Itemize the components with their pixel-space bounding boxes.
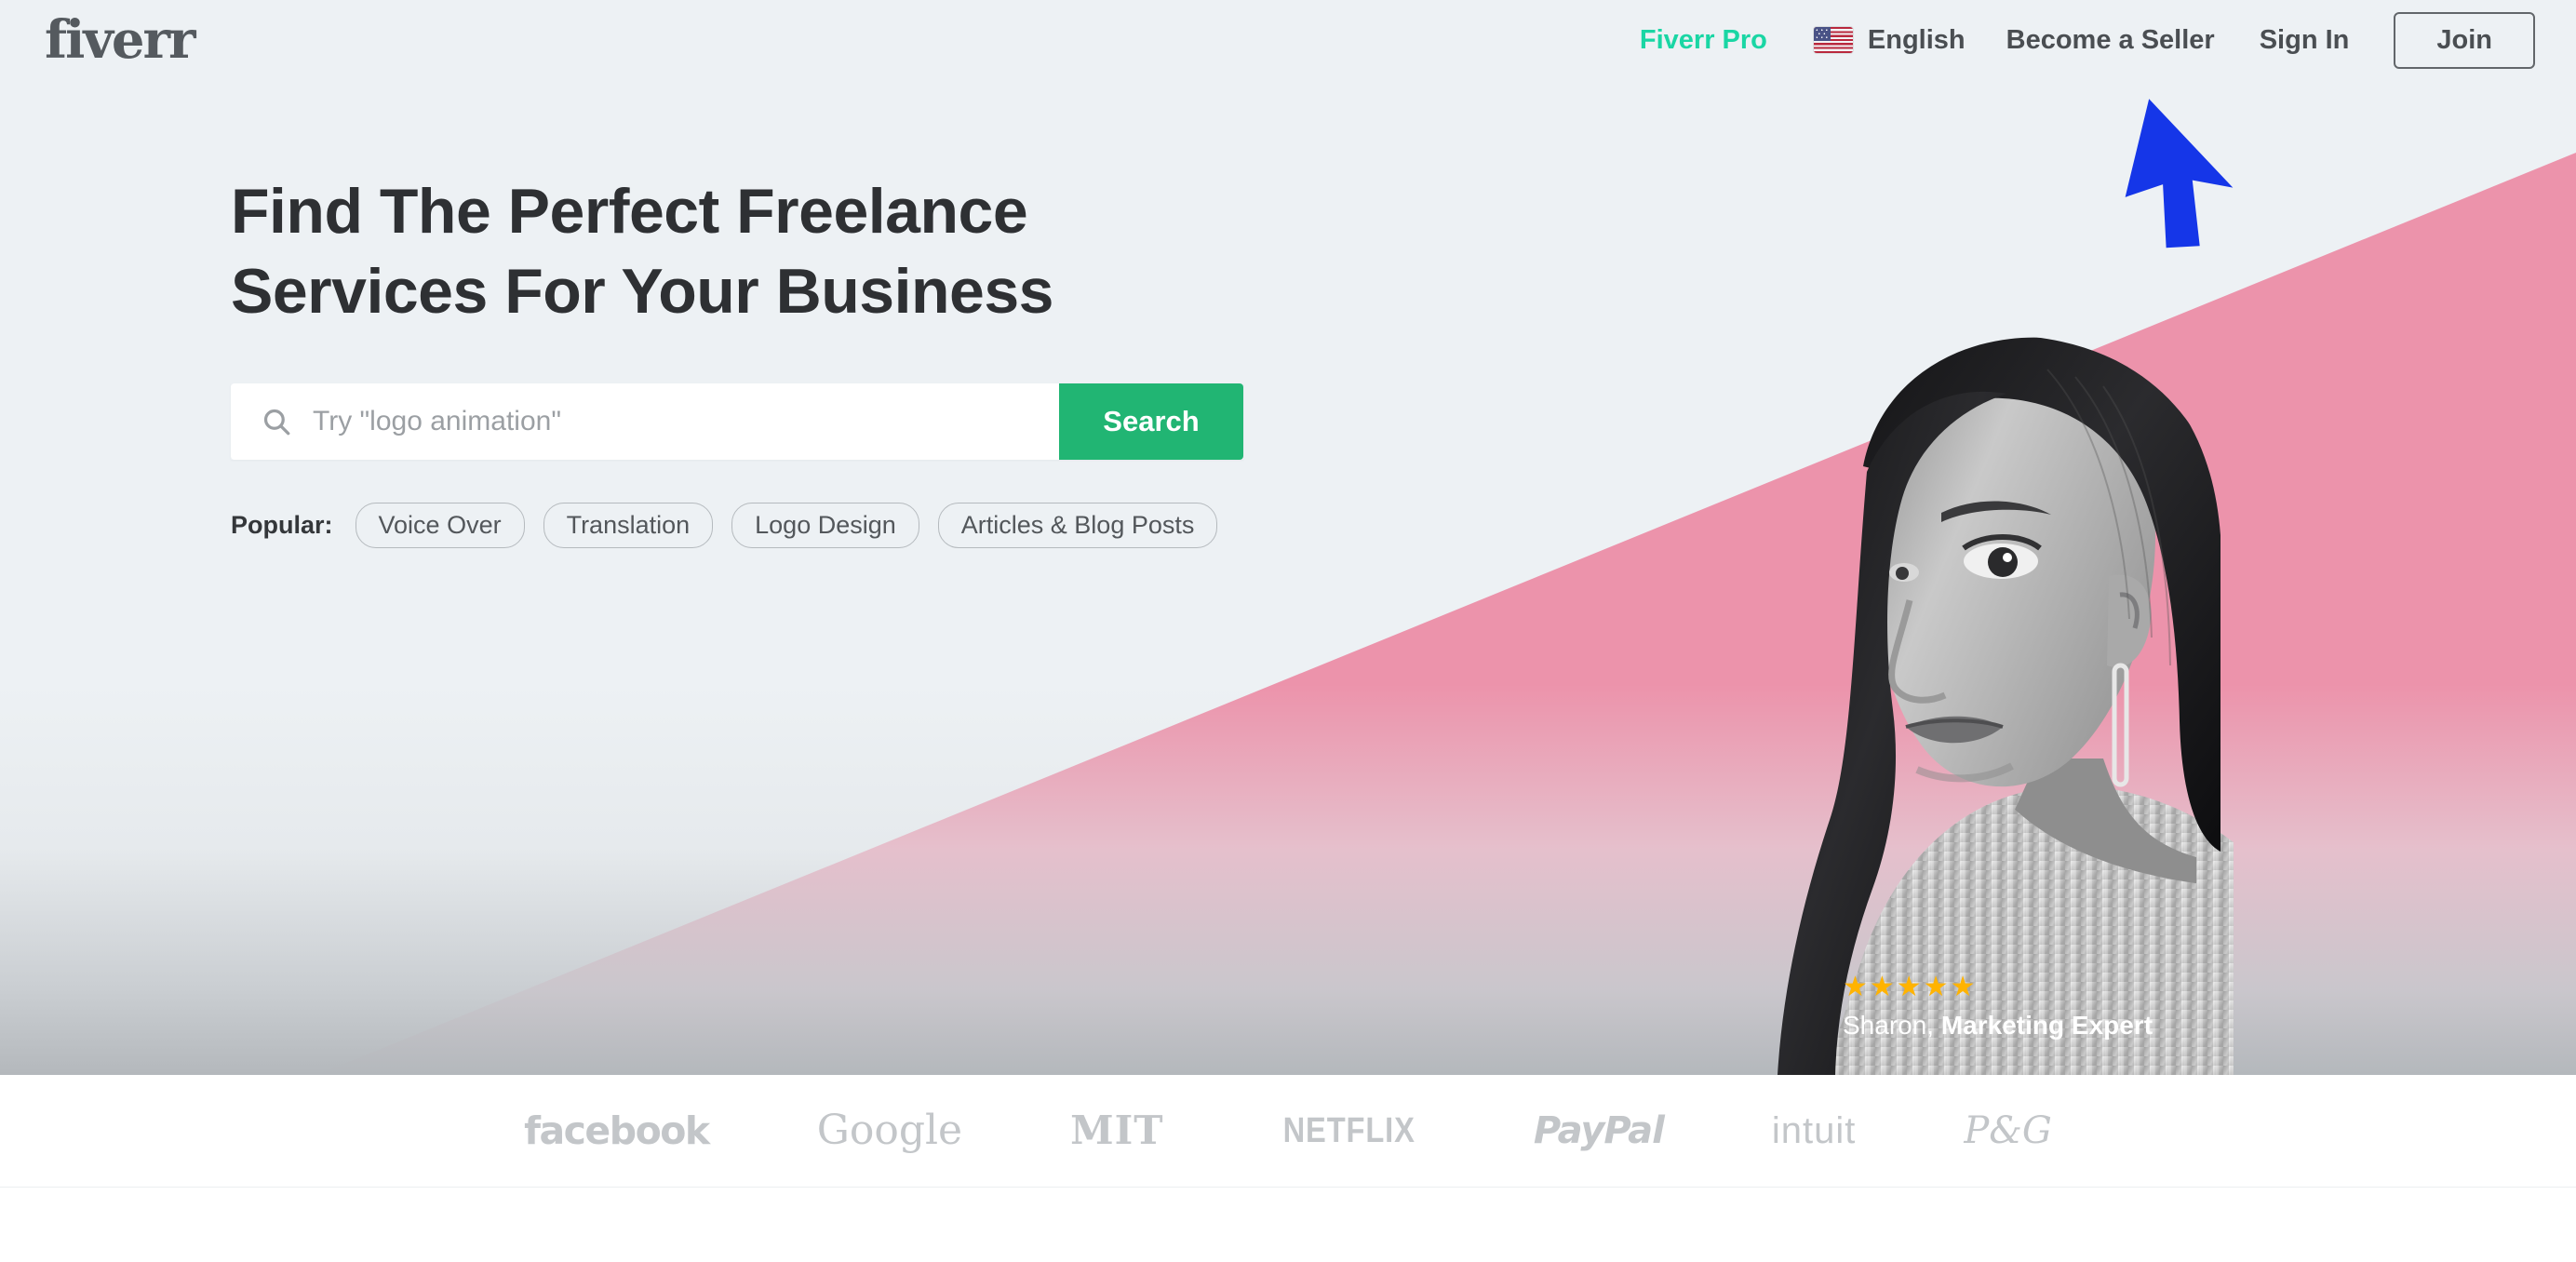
hero-title-line-2: Services For Your Business [231,255,1053,327]
popular-tag-voice-over[interactable]: Voice Over [355,503,525,549]
fiverr-logo[interactable]: fiverr [45,14,196,66]
brand-logo-pg: P&G [1964,1109,2052,1152]
rating-stars: ★★★★★ [1843,972,1978,1002]
caption-text: Sharon, Marketing Expert [1843,1013,2153,1039]
search-field-wrapper[interactable] [231,383,1059,461]
popular-tag-translation[interactable]: Translation [543,503,714,549]
search-button[interactable]: Search [1059,383,1243,461]
popular-tag-articles-blog[interactable]: Articles & Blog Posts [937,503,1218,549]
hero-content: Find The Perfect Freelance Services For … [231,172,1243,549]
brand-logo-facebook: facebook [524,1108,710,1153]
nav-language-label: English [1867,24,1966,55]
brand-logo-mit: MIT [1070,1108,1164,1153]
trusted-by-logo-bar: facebook Google MIT NETFLIX PayPal intui… [0,1075,2576,1187]
nav-become-a-seller[interactable]: Become a Seller [1984,26,2237,54]
search-icon [263,409,290,436]
popular-tags-row: Popular: Voice Over Translation Logo Des… [231,503,1243,549]
brand-logo-paypal: PayPal [1533,1109,1665,1152]
hero-search-bar: Search [231,383,1243,461]
brand-logo-intuit: intuit [1771,1110,1857,1151]
site-header: fiverr Fiverr Pro English Become a Selle… [0,0,2576,80]
search-input[interactable] [313,406,1035,438]
popular-label: Popular: [231,511,333,540]
nav-language-selector[interactable]: English [1795,24,1984,55]
us-flag-icon [1813,27,1853,53]
caption-role: Marketing Expert [1940,1011,2153,1040]
popular-tag-logo-design[interactable]: Logo Design [731,503,919,549]
header-nav: Fiverr Pro English Become a Seller Sign … [1617,11,2535,69]
brand-logo-netflix: NETFLIX [1282,1111,1415,1150]
page-body-below-fold [0,1188,2576,1262]
hero-title-line-1: Find The Perfect Freelance [231,176,1028,247]
hero-caption: ★★★★★ Sharon, Marketing Expert [1843,973,2153,1039]
nav-fiverr-pro[interactable]: Fiverr Pro [1617,26,1795,54]
brand-logo-google: Google [816,1107,963,1154]
nav-sign-in[interactable]: Sign In [2237,26,2372,54]
hero-portrait-photo [1638,200,2234,1075]
caption-name: Sharon, [1843,1011,1935,1040]
join-button[interactable]: Join [2394,11,2535,69]
page-root: ★★★★★ Sharon, Marketing Expert fiverr Fi… [0,0,2576,1262]
hero-title: Find The Perfect Freelance Services For … [231,172,1161,331]
